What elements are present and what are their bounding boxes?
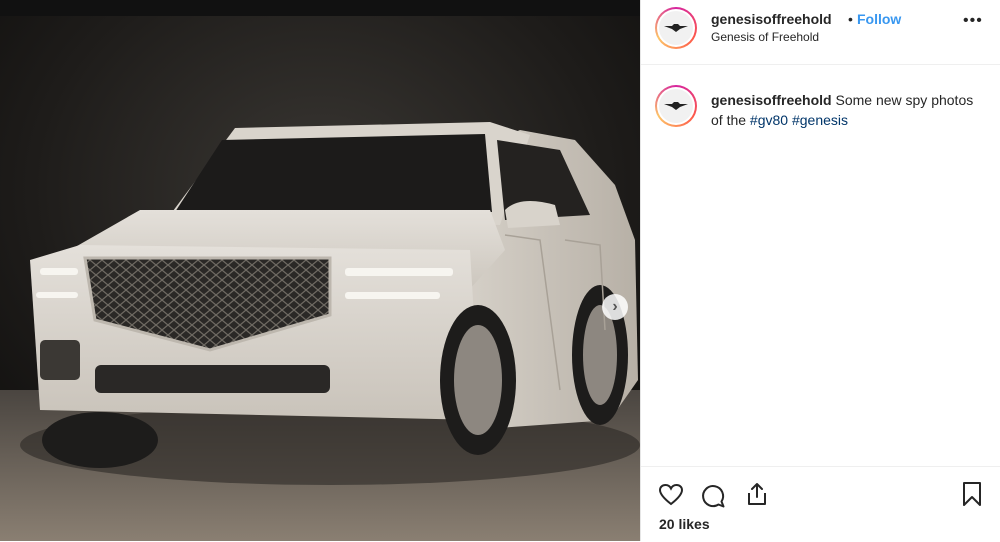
hashtag-link[interactable]: #gv80: [750, 112, 788, 128]
car-photo: [0, 0, 640, 541]
next-photo-button[interactable]: ›: [602, 294, 628, 320]
separator-dot: •: [848, 11, 853, 27]
genesis-logo-icon: [664, 102, 688, 110]
location-link[interactable]: Genesis of Freehold: [711, 30, 819, 44]
comment-icon[interactable]: [700, 483, 726, 509]
more-options-icon[interactable]: •••: [963, 12, 983, 30]
post-sidebar: genesisoffreehold • Follow Genesis of Fr…: [640, 0, 1000, 541]
post-caption: genesisoffreehold Some new spy photos of…: [711, 90, 981, 130]
instagram-post: › genesisoffreehold • Follow Genesis of …: [0, 0, 1000, 541]
header-username[interactable]: genesisoffreehold: [711, 11, 832, 27]
caption-avatar[interactable]: [655, 85, 697, 127]
action-bar: 20 likes: [641, 466, 1000, 542]
genesis-logo-icon: [664, 24, 688, 32]
avatar[interactable]: [655, 7, 697, 49]
post-image[interactable]: ›: [0, 0, 640, 541]
bookmark-icon[interactable]: [961, 481, 983, 507]
hashtag-link[interactable]: #genesis: [792, 112, 848, 128]
follow-button[interactable]: Follow: [857, 11, 901, 27]
caption-username[interactable]: genesisoffreehold: [711, 92, 832, 108]
likes-count[interactable]: 20 likes: [659, 516, 710, 532]
share-icon[interactable]: [745, 481, 769, 507]
post-header: genesisoffreehold • Follow Genesis of Fr…: [641, 0, 1000, 65]
heart-icon[interactable]: [658, 483, 684, 507]
